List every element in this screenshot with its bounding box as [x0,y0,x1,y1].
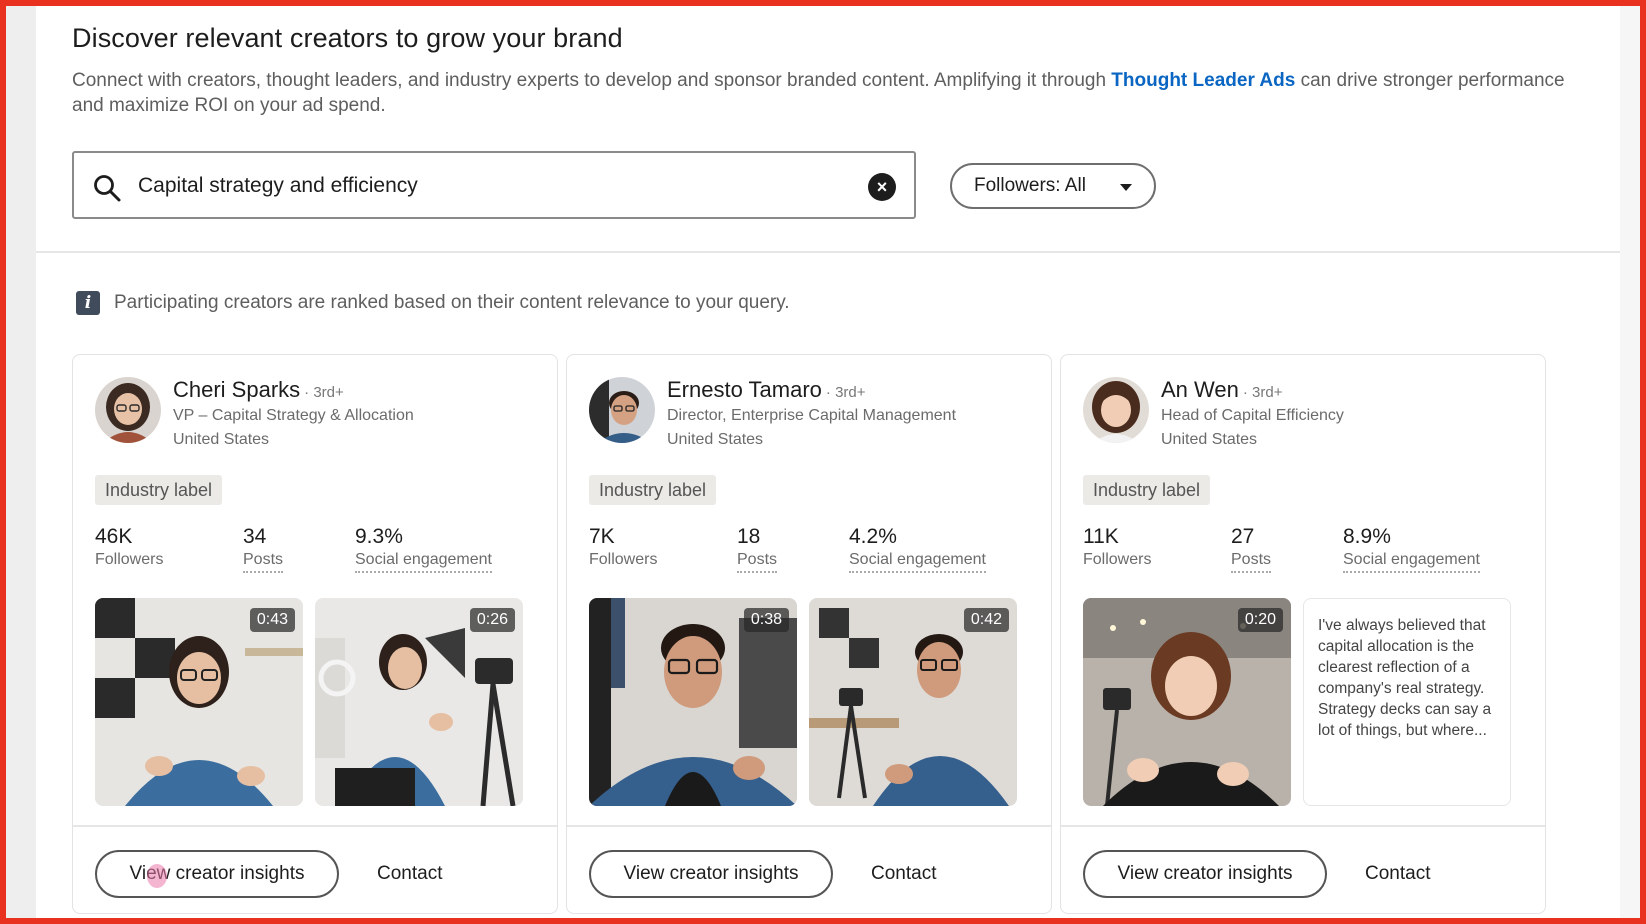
followers-stat: 46K Followers [95,525,163,569]
engagement-value: 8.9% [1343,525,1391,548]
creator-role: Head of Capital Efficiency [1161,407,1344,424]
posts-label[interactable]: Posts [243,551,284,573]
screen-frame: Discover relevant creators to grow your … [0,0,1646,924]
creator-card-cheri-sparks: Cheri Sparks · 3rd+ VP – Capital Strategy… [72,354,558,914]
video-duration: 0:43 [249,608,295,632]
posts-value: 27 [1231,525,1255,548]
creator-name[interactable]: An Wen [1161,377,1239,402]
posts-label[interactable]: Posts [737,551,778,573]
search-icon [94,175,121,202]
engagement-value: 4.2% [849,525,897,548]
contact-button[interactable]: Contact [377,850,442,898]
followers-label: Followers [589,551,658,568]
ranking-notice: i Participating creators are ranked based… [76,291,790,315]
followers-value: 46K [95,525,133,548]
followers-stat: 11K Followers [1083,525,1151,569]
connection-degree: · 3rd+ [1242,384,1283,401]
video-thumbnail[interactable]: 0:42 [809,598,1017,806]
video-thumbnail[interactable]: 0:43 [95,598,303,806]
creator-name[interactable]: Ernesto Tamaro [667,377,822,402]
engagement-label[interactable]: Social engagement [1343,551,1480,573]
connection-degree: · 3rd+ [304,384,344,401]
video-thumbnail[interactable]: 0:20 [1083,598,1291,806]
creator-location: United States [1161,431,1258,448]
followers-filter-label: Followers: All [974,175,1086,196]
industry-label: Industry label [589,475,717,505]
thought-leader-ads-link[interactable]: Thought Leader Ads [1111,70,1295,91]
creator-card-an-wen: An Wen · 3rd+ Head of Capital Efficiency … [1060,354,1546,914]
avatar[interactable] [1083,377,1149,443]
text-post-preview[interactable]: I've always believed that capital alloca… [1303,598,1511,806]
engagement-stat: 8.9% Social engagement [1343,525,1480,573]
card-divider [73,825,557,827]
right-gutter [1618,6,1640,918]
followers-value: 11K [1083,525,1119,548]
left-gutter [6,6,36,918]
avatar[interactable] [589,377,655,443]
creator-role: VP – Capital Strategy & Allocation [173,407,414,424]
video-thumbnail[interactable]: 0:38 [589,598,797,806]
page-subtitle: Connect with creators, thought leaders, … [72,68,1582,118]
video-duration: 0:38 [743,608,789,632]
engagement-label[interactable]: Social engagement [849,551,986,573]
engagement-value: 9.3% [355,525,403,548]
contact-button[interactable]: Contact [871,850,936,898]
video-thumbnail[interactable]: 0:26 [315,598,523,806]
clear-icon[interactable]: × [868,173,896,201]
followers-value: 7K [589,525,615,548]
notice-text: Participating creators are ranked based … [114,292,790,313]
creator-location: United States [667,431,764,448]
video-duration: 0:20 [1237,608,1283,632]
creator-name-row: An Wen · 3rd+ [1161,377,1282,403]
posts-label[interactable]: Posts [1231,551,1272,573]
posts-stat: 18 Posts [737,525,778,573]
video-duration: 0:26 [469,608,515,632]
engagement-label[interactable]: Social engagement [355,551,492,573]
page-title: Discover relevant creators to grow your … [72,23,623,53]
posts-stat: 27 Posts [1231,525,1272,573]
industry-label: Industry label [95,475,223,505]
video-duration: 0:42 [963,608,1009,632]
contact-button[interactable]: Contact [1365,850,1430,898]
posts-value: 34 [243,525,267,548]
avatar[interactable] [95,377,161,443]
connection-degree: · 3rd+ [825,384,866,401]
card-divider [1061,825,1545,827]
click-indicator [147,864,167,888]
creator-card-ernesto-tamaro: Ernesto Tamaro · 3rd+ Director, Enterpris… [566,354,1052,914]
creator-name-row: Ernesto Tamaro · 3rd+ [667,377,866,403]
view-creator-insights-button[interactable]: View creator insights [95,850,339,898]
discovery-header: Discover relevant creators to grow your … [36,6,1620,253]
industry-label: Industry label [1083,475,1211,505]
engagement-stat: 4.2% Social engagement [849,525,986,573]
creator-name[interactable]: Cheri Sparks [173,377,300,402]
view-creator-insights-button[interactable]: View creator insights [589,850,833,898]
search-query[interactable]: Capital strategy and efficiency [138,174,418,198]
info-icon: i [76,291,100,315]
engagement-stat: 9.3% Social engagement [355,525,492,573]
creator-discovery-panel: Discover relevant creators to grow your … [36,6,1620,918]
followers-label: Followers [1083,551,1152,568]
creator-name-row: Cheri Sparks · 3rd+ [173,377,344,403]
creator-role: Director, Enterprise Capital Management [667,407,957,424]
followers-label: Followers [95,551,164,568]
search-input[interactable]: Capital strategy and efficiency × [72,151,916,219]
creator-location: United States [173,431,270,448]
view-creator-insights-button[interactable]: View creator insights [1083,850,1327,898]
posts-value: 18 [737,525,761,548]
followers-stat: 7K Followers [589,525,657,569]
posts-stat: 34 Posts [243,525,284,573]
followers-filter-dropdown[interactable]: Followers: All [950,163,1156,209]
subtitle-text: Connect with creators, thought leaders, … [72,70,1112,91]
card-divider [567,825,1051,827]
caret-down-icon [1120,184,1132,191]
